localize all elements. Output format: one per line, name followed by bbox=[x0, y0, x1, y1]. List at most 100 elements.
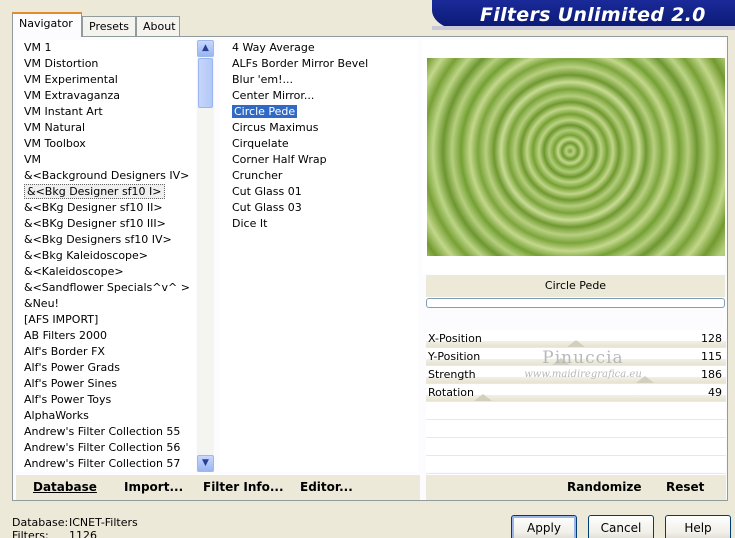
import-button[interactable]: Import... bbox=[124, 480, 183, 494]
filter-label: Dice It bbox=[232, 217, 268, 230]
category-item[interactable]: Andrew's Filter Collection 55 bbox=[16, 424, 196, 440]
category-item[interactable]: Alf's Power Sines bbox=[16, 376, 196, 392]
category-label: &<BKg Designer sf10 II> bbox=[24, 201, 163, 214]
category-item[interactable]: Alf's Border FX bbox=[16, 344, 196, 360]
category-label: &<Sandflower Specials^v^ > bbox=[24, 281, 190, 294]
filter-item[interactable]: Cirquelate bbox=[220, 136, 418, 152]
category-label: AB Filters 2000 bbox=[24, 329, 108, 342]
filter-item[interactable]: Cruncher bbox=[220, 168, 418, 184]
category-label: &<Bkg Kaleidoscope> bbox=[24, 249, 149, 262]
category-label: &<Background Designers IV> bbox=[24, 169, 190, 182]
category-item[interactable]: &<Background Designers IV> bbox=[16, 168, 196, 184]
filter-item[interactable]: Cut Glass 01 bbox=[220, 184, 418, 200]
preview-image bbox=[427, 58, 725, 256]
param-row-empty bbox=[426, 402, 726, 420]
category-item[interactable]: &<Bkg Designer sf10 I> bbox=[16, 184, 196, 200]
reset-button[interactable]: Reset bbox=[666, 480, 704, 494]
filter-label: Corner Half Wrap bbox=[232, 153, 327, 166]
param-row[interactable]: Rotation 49 bbox=[426, 384, 726, 402]
randomize-button[interactable]: Randomize bbox=[567, 480, 641, 494]
category-label: Alf's Power Grads bbox=[24, 361, 120, 374]
cancel-button[interactable]: Cancel bbox=[588, 515, 654, 538]
apply-button[interactable]: Apply bbox=[511, 515, 577, 538]
category-list[interactable]: VM 1 VM Distortion VM Experimental VM Extra… bbox=[16, 40, 196, 472]
filter-label: Cruncher bbox=[232, 169, 283, 182]
param-slider-thumb[interactable] bbox=[552, 358, 570, 365]
category-item[interactable]: &<Sandflower Specials^v^ > bbox=[16, 280, 196, 296]
param-label: X-Position bbox=[428, 332, 482, 345]
category-item[interactable]: &<Kaleidoscope> bbox=[16, 264, 196, 280]
filter-item[interactable]: Cut Glass 03 bbox=[220, 200, 418, 216]
help-button[interactable]: Help bbox=[665, 515, 731, 538]
category-item[interactable]: VM Instant Art bbox=[16, 104, 196, 120]
progress-bar bbox=[426, 298, 725, 308]
category-item[interactable]: &<Bkg Kaleidoscope> bbox=[16, 248, 196, 264]
status-info: Database:ICNET-Filters Filters: 1126 bbox=[12, 516, 138, 538]
category-item[interactable]: VM Distortion bbox=[16, 56, 196, 72]
filter-item[interactable]: Dice It bbox=[220, 216, 418, 232]
param-slider-thumb[interactable] bbox=[567, 340, 585, 347]
param-value: 128 bbox=[701, 332, 722, 345]
filter-label: 4 Way Average bbox=[232, 41, 315, 54]
param-row[interactable]: Strength 186 bbox=[426, 366, 726, 384]
category-label: Alf's Power Sines bbox=[24, 377, 117, 390]
category-label: VM Experimental bbox=[24, 73, 118, 86]
category-label: VM Toolbox bbox=[24, 137, 86, 150]
category-label: [AFS IMPORT] bbox=[24, 313, 99, 326]
filter-item[interactable]: ALFs Border Mirror Bevel bbox=[220, 56, 418, 72]
filter-info-button[interactable]: Filter Info... bbox=[203, 480, 284, 494]
category-label: &Neu! bbox=[24, 297, 59, 310]
filter-item[interactable]: 4 Way Average bbox=[220, 40, 418, 56]
category-item[interactable]: VM bbox=[16, 152, 196, 168]
left-button-bar: Database Import... Filter Info... Editor… bbox=[16, 474, 420, 500]
scroll-down-icon[interactable]: ▼ bbox=[197, 455, 214, 472]
category-label: VM Natural bbox=[24, 121, 86, 134]
tab-navigator[interactable]: Navigator bbox=[12, 12, 82, 37]
param-row-empty bbox=[426, 420, 726, 438]
filter-item[interactable]: Center Mirror... bbox=[220, 88, 418, 104]
filter-label: Cirquelate bbox=[232, 137, 289, 150]
category-item[interactable]: VM Toolbox bbox=[16, 136, 196, 152]
tab-presets[interactable]: Presets bbox=[82, 16, 136, 36]
category-item[interactable]: Alf's Power Grads bbox=[16, 360, 196, 376]
category-item[interactable]: [AFS IMPORT] bbox=[16, 312, 196, 328]
database-label: Database: bbox=[12, 516, 69, 529]
category-item[interactable]: VM Experimental bbox=[16, 72, 196, 88]
category-item[interactable]: VM 1 bbox=[16, 40, 196, 56]
scrollbar-thumb[interactable] bbox=[198, 58, 213, 108]
category-item[interactable]: Andrew's Filter Collection 56 bbox=[16, 440, 196, 456]
category-item[interactable]: &Neu! bbox=[16, 296, 196, 312]
param-value: 186 bbox=[701, 368, 722, 381]
category-label: &<Kaleidoscope> bbox=[24, 265, 124, 278]
category-item[interactable]: VM Natural bbox=[16, 120, 196, 136]
param-row[interactable]: X-Position 128 bbox=[426, 330, 726, 348]
filter-item[interactable]: Circle Pede bbox=[220, 104, 418, 120]
param-row[interactable]: Y-Position 115 bbox=[426, 348, 726, 366]
category-item[interactable]: Alf's Power Toys bbox=[16, 392, 196, 408]
preview-filter-name: Circle Pede bbox=[426, 275, 725, 297]
database-button[interactable]: Database bbox=[33, 480, 97, 494]
scroll-up-icon[interactable]: ▲ bbox=[197, 40, 214, 57]
category-item[interactable]: AlphaWorks bbox=[16, 408, 196, 424]
filter-label: ALFs Border Mirror Bevel bbox=[232, 57, 369, 70]
tab-about[interactable]: About bbox=[136, 16, 180, 36]
category-item[interactable]: VM Extravaganza bbox=[16, 88, 196, 104]
category-label: VM 1 bbox=[24, 41, 52, 54]
filter-item[interactable]: Corner Half Wrap bbox=[220, 152, 418, 168]
category-scrollbar[interactable]: ▲ ▼ bbox=[197, 40, 214, 472]
filter-item[interactable]: Blur 'em!... bbox=[220, 72, 418, 88]
category-label: &<BKg Designer sf10 III> bbox=[24, 217, 166, 230]
category-item[interactable]: AB Filters 2000 bbox=[16, 328, 196, 344]
editor-button[interactable]: Editor... bbox=[300, 480, 353, 494]
category-label: Andrew's Filter Collection 57 bbox=[24, 457, 181, 470]
filters-count: 1126 bbox=[69, 529, 97, 538]
category-item[interactable]: Andrew's Filter Collection 57 bbox=[16, 456, 196, 472]
filter-item[interactable]: Circus Maximus bbox=[220, 120, 418, 136]
category-item[interactable]: &<Bkg Designers sf10 IV> bbox=[16, 232, 196, 248]
param-slider-thumb[interactable] bbox=[636, 376, 654, 383]
filter-list[interactable]: 4 Way Average ALFs Border Mirror Bevel Blu… bbox=[220, 40, 418, 472]
category-item[interactable]: &<BKg Designer sf10 III> bbox=[16, 216, 196, 232]
category-item[interactable]: &<BKg Designer sf10 II> bbox=[16, 200, 196, 216]
right-button-bar: Randomize Reset bbox=[426, 474, 726, 500]
param-slider-thumb[interactable] bbox=[474, 394, 492, 401]
